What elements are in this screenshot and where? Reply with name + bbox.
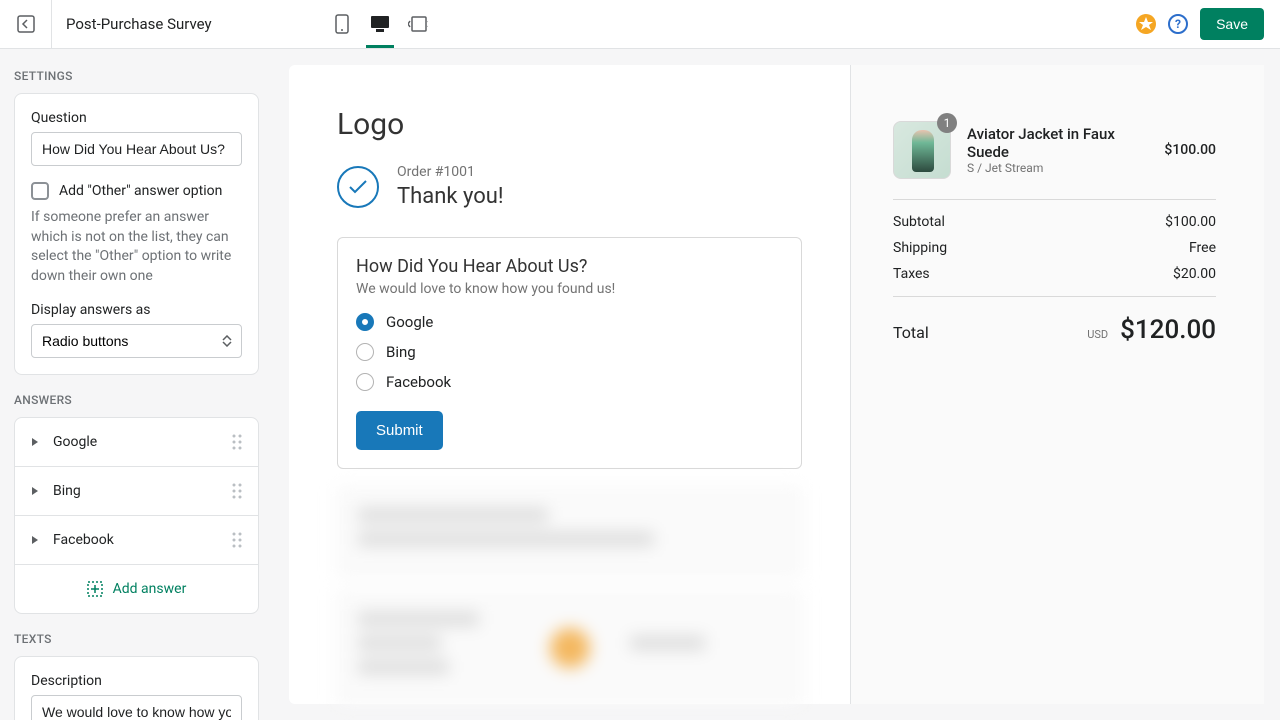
display-as-select[interactable]: Radio buttons — [31, 324, 242, 358]
survey-option[interactable]: Google — [356, 313, 783, 331]
answer-label: Facebook — [53, 532, 232, 548]
survey-question: How Did You Hear About Us? — [356, 256, 783, 277]
caret-right-icon — [31, 486, 39, 496]
answer-label: Bing — [53, 483, 232, 499]
drag-handle-icon[interactable] — [232, 532, 242, 548]
logo-placeholder: Logo — [337, 107, 802, 142]
fullwidth-preview-button[interactable] — [408, 14, 428, 34]
taxes-label: Taxes — [893, 266, 930, 282]
shipping-label: Shipping — [893, 240, 947, 256]
caret-right-icon — [31, 535, 39, 545]
mobile-icon — [335, 14, 349, 34]
answer-row[interactable]: Bing — [15, 467, 258, 516]
survey-description: We would love to know how you found us! — [356, 281, 783, 297]
radio-icon — [356, 343, 374, 361]
subtotal-label: Subtotal — [893, 214, 945, 230]
add-icon — [87, 581, 103, 597]
answer-row[interactable]: Facebook — [15, 516, 258, 565]
display-as-label: Display answers as — [31, 302, 242, 318]
description-input[interactable] — [31, 695, 242, 720]
back-button[interactable] — [0, 0, 52, 48]
answer-row[interactable]: Google — [15, 418, 258, 467]
desktop-preview-button[interactable] — [370, 14, 390, 34]
page-title: Post-Purchase Survey — [52, 15, 212, 33]
expand-icon — [408, 16, 428, 32]
mobile-preview-button[interactable] — [332, 14, 352, 34]
question-field-label: Question — [31, 110, 242, 126]
product-name: Aviator Jacket in Faux Suede — [967, 125, 1148, 161]
product-variant: S / Jet Stream — [967, 161, 1148, 175]
survey-option-label: Google — [386, 313, 433, 331]
survey-option[interactable]: Facebook — [356, 373, 783, 391]
texts-section-label: TEXTS — [14, 632, 259, 646]
total-label: Total — [893, 323, 929, 342]
answer-label: Google — [53, 434, 232, 450]
checkmark-circle-icon — [337, 166, 379, 208]
help-icon[interactable]: ? — [1168, 14, 1188, 34]
total-amount: $120.00 — [1120, 315, 1216, 345]
radio-selected-icon — [356, 313, 374, 331]
add-other-help-text: If someone prefer an answer which is not… — [31, 208, 242, 286]
product-price: $100.00 — [1164, 142, 1216, 158]
save-button[interactable]: Save — [1200, 8, 1264, 40]
survey-option-label: Bing — [386, 343, 416, 361]
radio-icon — [356, 373, 374, 391]
caret-right-icon — [31, 437, 39, 447]
submit-button[interactable]: Submit — [356, 411, 443, 450]
drag-handle-icon[interactable] — [232, 483, 242, 499]
add-answer-button[interactable]: Add answer — [15, 565, 258, 613]
add-answer-label: Add answer — [113, 581, 187, 597]
drag-handle-icon[interactable] — [232, 434, 242, 450]
thank-you-heading: Thank you! — [397, 184, 504, 209]
back-arrow-icon — [16, 14, 36, 34]
quantity-badge: 1 — [937, 113, 957, 133]
svg-text:?: ? — [1175, 17, 1181, 31]
blurred-content — [337, 487, 802, 705]
survey-widget: How Did You Hear About Us? We would love… — [337, 237, 802, 469]
description-field-label: Description — [31, 673, 242, 689]
add-other-label: Add "Other" answer option — [59, 183, 222, 199]
taxes-value: $20.00 — [1173, 266, 1216, 282]
settings-section-label: SETTINGS — [14, 69, 259, 83]
shipping-value: Free — [1189, 240, 1216, 256]
add-other-checkbox[interactable] — [31, 182, 49, 200]
desktop-icon — [370, 15, 390, 33]
star-icon[interactable] — [1136, 14, 1156, 34]
answers-section-label: ANSWERS — [14, 393, 259, 407]
order-number: Order #1001 — [397, 164, 504, 180]
subtotal-value: $100.00 — [1165, 214, 1216, 230]
survey-option[interactable]: Bing — [356, 343, 783, 361]
question-input[interactable] — [31, 132, 242, 166]
survey-option-label: Facebook — [386, 373, 451, 391]
total-currency: USD — [1087, 328, 1108, 341]
